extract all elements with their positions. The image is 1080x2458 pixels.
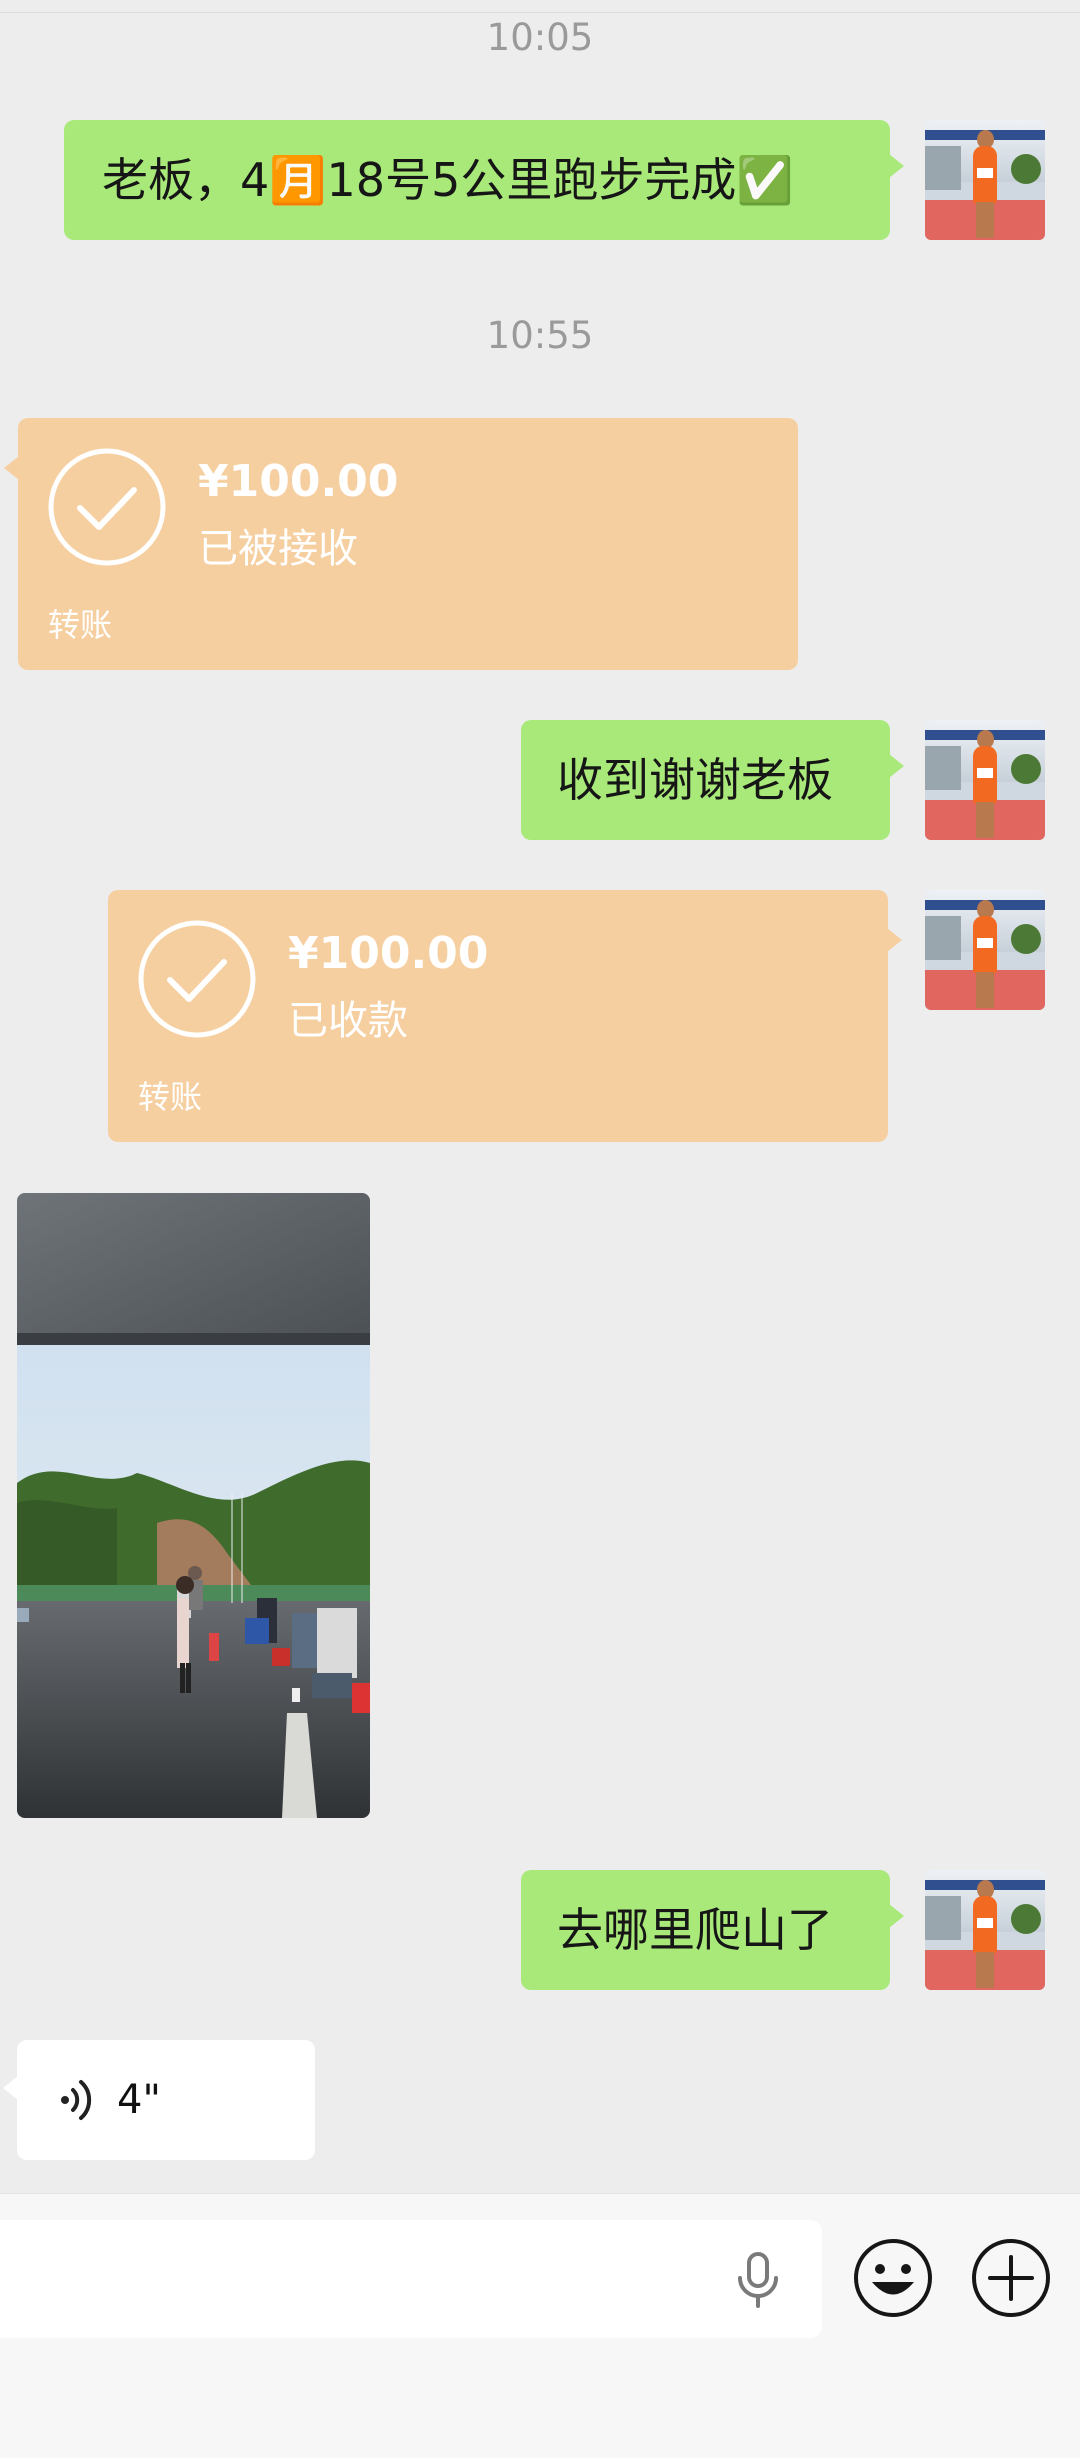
transfer-status: 已被接收 xyxy=(198,526,358,572)
input-bar xyxy=(0,2193,1080,2458)
message-input[interactable] xyxy=(0,2220,822,2338)
user-avatar[interactable] xyxy=(925,1870,1045,1990)
sent-message-bubble[interactable]: 收到谢谢老板 xyxy=(521,720,904,840)
transfer-amount: ¥100.00 xyxy=(198,456,399,507)
user-avatar[interactable] xyxy=(925,890,1045,1010)
transfer-amount: ¥100.00 xyxy=(288,928,489,979)
timestamp: 10:05 xyxy=(486,16,594,59)
transfer-label: 转账 xyxy=(48,606,113,644)
photo-message[interactable] xyxy=(17,1193,370,1818)
sent-message-bubble[interactable]: 去哪里爬山了 xyxy=(521,1870,904,1990)
top-divider xyxy=(0,0,1080,13)
smiley-icon[interactable] xyxy=(852,2237,934,2319)
microphone-icon[interactable] xyxy=(730,2250,786,2310)
sound-wave-icon xyxy=(61,2080,92,2120)
message-text: 去哪里爬山了 xyxy=(557,1903,833,1957)
voice-duration: 4" xyxy=(117,2077,161,2123)
check-circle-icon xyxy=(48,448,166,566)
transfer-status: 已收款 xyxy=(288,998,408,1044)
photo-image xyxy=(17,1193,370,1818)
user-avatar[interactable] xyxy=(925,720,1045,840)
check-circle-icon xyxy=(138,920,256,1038)
voice-message[interactable]: 4" xyxy=(3,2040,315,2160)
user-avatar[interactable] xyxy=(925,120,1045,240)
plus-circle-icon[interactable] xyxy=(970,2237,1052,2319)
message-text: 收到谢谢老板 xyxy=(557,753,833,807)
transfer-card[interactable]: ¥100.00 已被接收 转账 xyxy=(4,418,798,670)
message-text: 老板，4🈷️18号5公里跑步完成✅ xyxy=(102,153,794,207)
timestamp: 10:55 xyxy=(486,314,594,357)
transfer-label: 转账 xyxy=(138,1078,203,1116)
transfer-card[interactable]: ¥100.00 已收款 转账 xyxy=(108,890,902,1142)
sent-message-bubble[interactable]: 老板，4🈷️18号5公里跑步完成✅ xyxy=(64,120,904,240)
